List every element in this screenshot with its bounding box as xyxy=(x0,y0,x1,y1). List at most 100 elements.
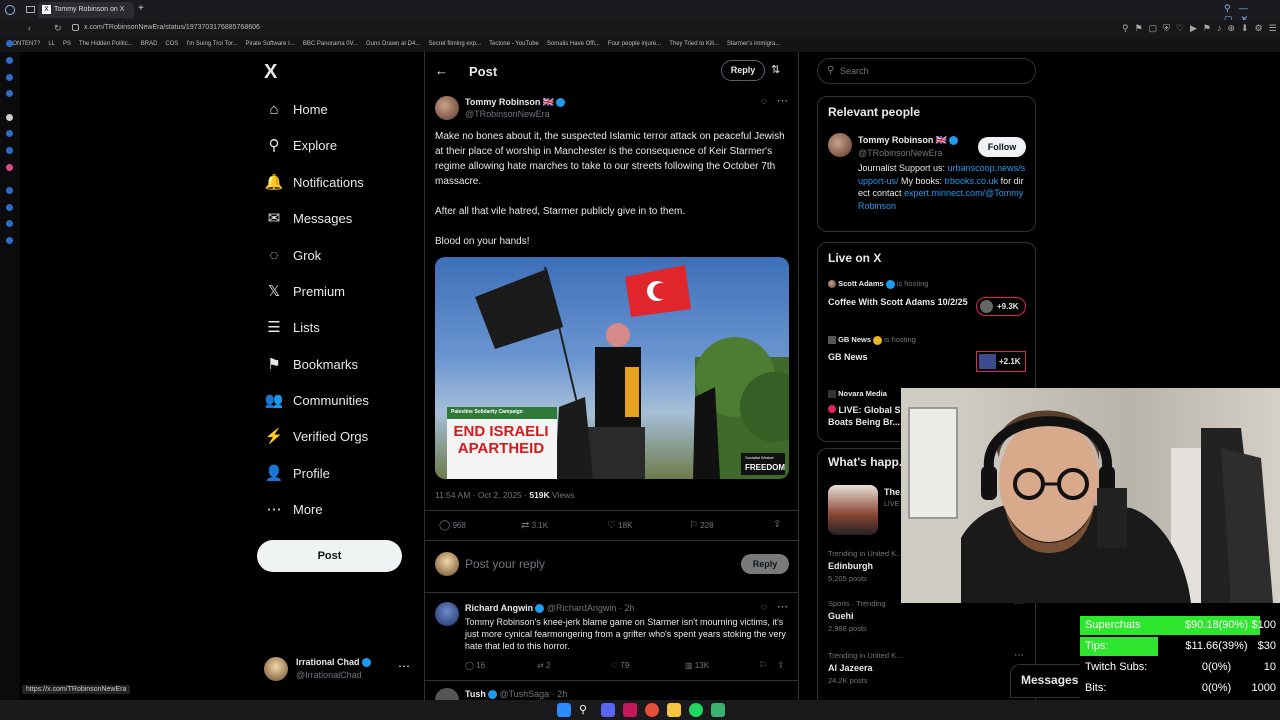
sidebar-app-icon[interactable] xyxy=(6,57,13,64)
bookmark-item[interactable]: BRAD xyxy=(141,41,158,47)
nav-item-bookmarks[interactable]: ⚑ Bookmarks xyxy=(264,349,358,379)
webcam-overlay xyxy=(901,388,1280,603)
live-item[interactable]: Scott Adams is hosting Coffee With Scott… xyxy=(828,279,1028,323)
more-icon[interactable]: ⋯ xyxy=(777,94,788,107)
browser-tab[interactable]: X Tommy Robinson on X xyxy=(38,2,134,18)
author-handle[interactable]: @TRobinsonNewEra xyxy=(465,109,550,119)
more-icon[interactable]: ⋯ xyxy=(398,659,410,673)
bookmark-item[interactable]: The Hidden Politic... xyxy=(79,41,133,47)
nav-item-notifications[interactable]: 🔔 Notifications xyxy=(264,167,364,197)
reply-views[interactable]: ▥ 13K xyxy=(685,661,709,670)
sidebar-app-icon[interactable] xyxy=(6,204,13,211)
app-icon[interactable] xyxy=(711,703,725,717)
reply-header[interactable]: Tush @TushSaga · 2h xyxy=(465,689,567,700)
author-name[interactable]: Tommy Robinson 🇬🇧 xyxy=(465,97,566,108)
nav-item-lists[interactable]: ☰ Lists xyxy=(264,312,319,342)
trend-item[interactable]: Sports · Trending Guehi 2,988 posts xyxy=(828,599,1008,633)
happening-thumbnail[interactable] xyxy=(828,485,878,535)
author-avatar[interactable] xyxy=(435,96,459,120)
sidebar-app-icon[interactable] xyxy=(6,187,13,194)
nav-item-explore[interactable]: ⚲ Explore xyxy=(264,130,338,160)
reply-header[interactable]: Richard Angwin @RichardAngwin · 2h xyxy=(465,603,634,614)
bookmark-item[interactable]: I'm Suing Troi Tor... xyxy=(186,41,237,47)
nav-item-communities[interactable]: 👥 Communities xyxy=(264,385,369,415)
browser-menu-icon[interactable] xyxy=(5,5,15,15)
composer-reply-button[interactable]: Reply xyxy=(741,554,789,574)
reply-input[interactable]: Post your reply xyxy=(465,557,715,571)
bookmark-item[interactable]: Pirate Software I... xyxy=(246,41,295,47)
discord-icon[interactable] xyxy=(601,703,615,717)
bookmark-item[interactable]: BBC Panorama 0V... xyxy=(303,41,358,47)
bookmark-item[interactable]: Secret filming exp... xyxy=(428,41,481,47)
more-icon[interactable]: ⋯ xyxy=(1014,650,1024,661)
bookmark-item[interactable]: PS xyxy=(63,41,71,47)
sliders-icon[interactable]: ⇅ xyxy=(771,63,780,76)
nav-item-home[interactable]: ⌂ Home xyxy=(264,94,327,124)
sidebar-app-icon[interactable] xyxy=(6,40,13,47)
bookmark-action[interactable]: ⚐ 228 xyxy=(689,520,714,531)
like-action[interactable]: ♡ 18K xyxy=(607,520,632,531)
bookmark-item[interactable]: COS xyxy=(165,41,178,47)
bio-link[interactable]: trbooks.co.uk xyxy=(945,176,999,186)
post-image[interactable]: Palestine Solidarity Campaign END ISRAEL… xyxy=(435,257,789,479)
bookmark-icon[interactable]: ⚐ xyxy=(759,660,767,671)
bookmark-item[interactable]: Guns Drawn at D4... xyxy=(366,41,420,47)
nav-item-more[interactable]: ⋯ More xyxy=(264,494,323,524)
post-button[interactable]: Post xyxy=(257,540,402,572)
sidebar-app-icon[interactable] xyxy=(6,90,13,97)
grok-icon[interactable]: ◌ xyxy=(761,96,767,107)
relevant-name[interactable]: Tommy Robinson 🇬🇧 xyxy=(858,135,959,146)
url-field[interactable]: x.com/TRobinsonNewEra/status/19737031768… xyxy=(84,24,260,31)
back-arrow-icon[interactable]: ← xyxy=(435,63,448,78)
nav-item-messages[interactable]: ✉ Messages xyxy=(264,203,353,233)
grok-icon[interactable]: ◌ xyxy=(761,602,767,613)
sidebar-app-icon[interactable] xyxy=(6,130,13,137)
header-reply-button[interactable]: Reply xyxy=(721,60,765,81)
reply-likes[interactable]: ♡ 79 xyxy=(611,661,629,670)
reply-reposts[interactable]: ⇄ 2 xyxy=(537,661,550,670)
bookmark-item[interactable]: Starmer's immigra... xyxy=(727,41,780,47)
new-tab-icon[interactable]: + xyxy=(138,3,144,14)
more-icon[interactable]: ⋯ xyxy=(777,600,788,613)
trend-item[interactable]: Trending in United K... Al Jazeera 24.2K p… xyxy=(828,651,1008,685)
sidebar-app-icon[interactable] xyxy=(6,164,13,171)
repost-action[interactable]: ⇄ 3.1K xyxy=(521,520,548,531)
sidebar-app-icon[interactable] xyxy=(6,114,13,121)
browser-icon[interactable] xyxy=(645,703,659,717)
sidebar-app-icon[interactable] xyxy=(6,74,13,81)
app-icon[interactable] xyxy=(623,703,637,717)
reply-replies[interactable]: ◯ 16 xyxy=(465,661,485,670)
sidebar-toggle-icon[interactable] xyxy=(26,6,35,13)
bookmark-item[interactable]: They Tried to Kill... xyxy=(669,41,719,47)
sidebar-app-icon[interactable] xyxy=(6,237,13,244)
bookmark-item[interactable]: Somalis Have Offi... xyxy=(547,41,600,47)
reply-action[interactable]: ◯ 968 xyxy=(439,520,466,531)
bookmark-item[interactable]: Four people injure... xyxy=(608,41,661,47)
nav-item-premium[interactable]: 𝕏 Premium xyxy=(264,276,345,306)
nav-item-grok[interactable]: ◌ Grok xyxy=(264,240,322,270)
sidebar-app-icon[interactable] xyxy=(6,147,13,154)
folder-icon[interactable] xyxy=(667,703,681,717)
bookmark-item[interactable]: Tectone - YouTube xyxy=(489,41,539,47)
trend-posts: 2,988 posts xyxy=(828,624,867,633)
sidebar-app-icon[interactable] xyxy=(6,220,13,227)
search-icon[interactable]: ⚲ xyxy=(579,703,593,717)
share-icon[interactable]: ⇪ xyxy=(773,519,781,530)
extension-icons[interactable]: ⚲⚑▢⛨♡▶⚑♪⊕⬇⚙☰ xyxy=(1122,23,1280,34)
follow-button[interactable]: Follow xyxy=(978,137,1026,157)
account-switcher[interactable]: Irrational Chad @IrrationalChad ⋯ xyxy=(262,655,412,685)
search-box[interactable]: ⚲ Search xyxy=(817,58,1036,84)
reply-avatar[interactable] xyxy=(435,602,459,626)
nav-item-verified-orgs[interactable]: ⚡ Verified Orgs xyxy=(264,421,369,451)
back-icon[interactable]: ‹ xyxy=(28,23,31,33)
reload-icon[interactable]: ↻ xyxy=(54,23,62,34)
share-icon[interactable]: ⇪ xyxy=(777,660,785,671)
nav-item-profile[interactable]: 👤 Profile xyxy=(264,458,330,488)
x-logo[interactable]: X xyxy=(264,61,277,84)
live-item[interactable]: GB News is hosting GB News +2.1K xyxy=(828,335,1028,379)
site-info-icon[interactable] xyxy=(72,24,79,31)
bookmark-item[interactable]: LL xyxy=(48,41,55,47)
start-icon[interactable] xyxy=(557,703,571,717)
spotify-icon[interactable] xyxy=(689,703,703,717)
relevant-avatar[interactable] xyxy=(828,133,852,157)
